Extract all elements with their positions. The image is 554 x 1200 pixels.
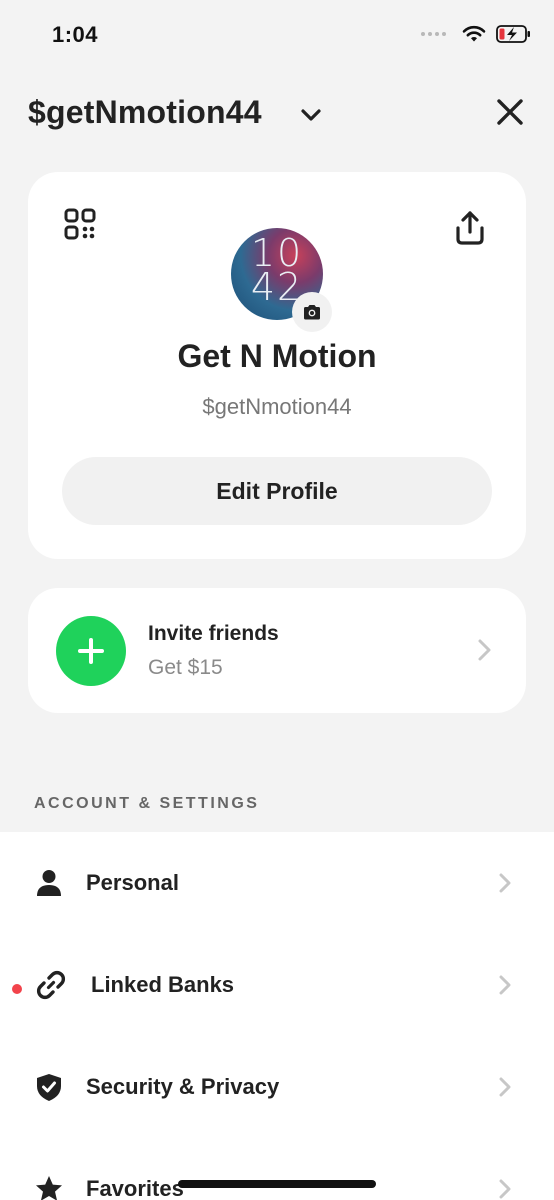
section-header: ACCOUNT & SETTINGS (34, 795, 260, 812)
star-icon (36, 1176, 62, 1200)
settings-item-label: Favorites (86, 1176, 184, 1200)
wifi-icon (462, 25, 486, 42)
invite-subtitle: Get $15 (148, 656, 223, 679)
account-switcher-title[interactable]: $getNmotion44 (28, 94, 262, 131)
settings-list: Personal Linked Banks Security & Privacy (0, 832, 554, 1200)
battery-charging-icon (496, 25, 530, 43)
invite-friends-card[interactable]: Invite friends Get $15 (28, 588, 526, 713)
edit-profile-button[interactable]: Edit Profile (62, 457, 492, 525)
cellular-signal-icon (421, 32, 446, 36)
profile-cashtag: $getNmotion44 (202, 394, 352, 419)
settings-item-personal[interactable]: Personal (0, 832, 554, 934)
share-icon[interactable] (454, 210, 486, 246)
settings-item-label: Linked Banks (91, 972, 235, 997)
status-time: 1:04 (52, 22, 99, 47)
chevron-right-icon (499, 1077, 511, 1097)
qr-code-icon[interactable] (64, 208, 96, 240)
chevron-right-icon (499, 975, 511, 995)
invite-title: Invite friends (148, 622, 279, 645)
change-photo-button[interactable] (292, 292, 332, 332)
settings-item-security-privacy[interactable]: Security & Privacy (0, 1036, 554, 1138)
plus-icon (56, 616, 126, 686)
header: $getNmotion44 (28, 92, 526, 138)
profile-card: 10 42 Get N Motion $getNmotion44 Edit Pr… (28, 172, 526, 559)
camera-icon (304, 304, 320, 319)
close-icon[interactable] (494, 96, 526, 128)
chevron-down-icon[interactable] (298, 102, 324, 128)
chevron-right-icon (499, 873, 511, 893)
settings-item-linked-banks[interactable]: Linked Banks (0, 934, 554, 1036)
link-icon (37, 971, 65, 999)
settings-item-label: Personal (86, 870, 179, 895)
home-indicator[interactable] (178, 1180, 376, 1188)
status-indicators (421, 24, 532, 44)
settings-item-label: Security & Privacy (86, 1074, 280, 1099)
chevron-right-icon (478, 639, 491, 661)
notification-dot (12, 984, 22, 994)
person-icon (37, 870, 61, 896)
chevron-right-icon (499, 1179, 511, 1199)
settings-item-favorites[interactable]: Favorites (0, 1138, 554, 1200)
shield-check-icon (37, 1074, 61, 1101)
profile-name: Get N Motion (177, 338, 377, 374)
status-bar: 1:04 (0, 0, 554, 70)
